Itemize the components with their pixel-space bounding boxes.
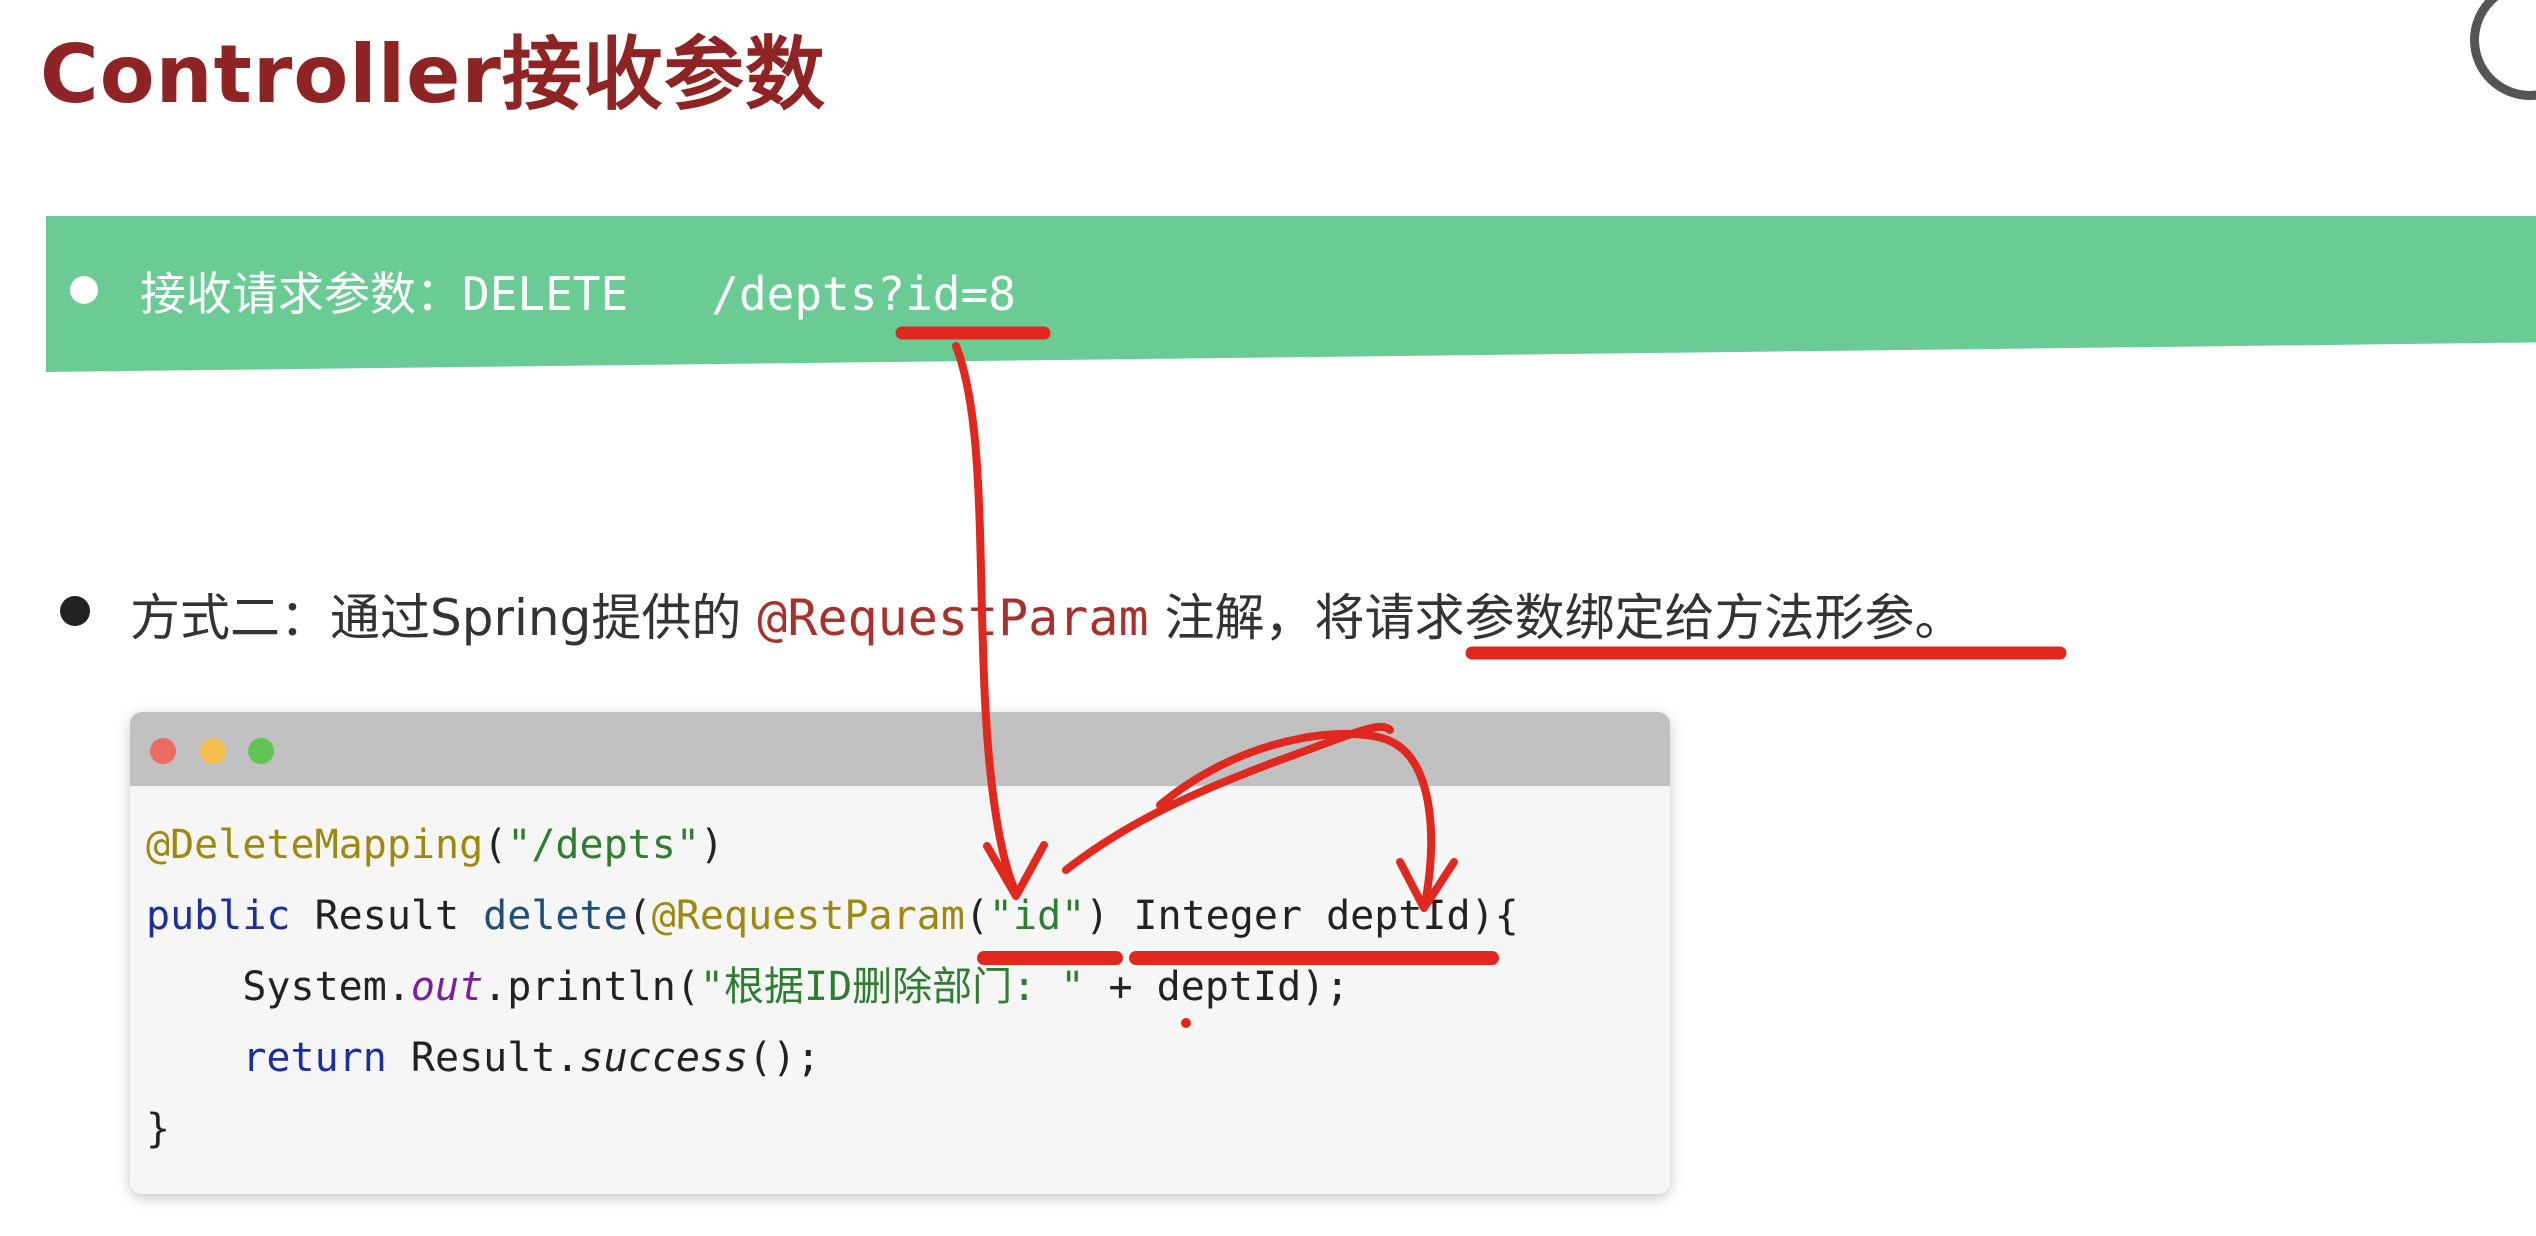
handwritten-annotations xyxy=(895,326,2067,1028)
ink-dot xyxy=(1181,1018,1191,1028)
arrow-id-to-deptid xyxy=(1062,722,1394,874)
arrow-url-to-id xyxy=(952,342,1018,892)
arrowhead-url-to-id xyxy=(983,841,1048,900)
slide: Controller接收参数 接收请求参数：DELETE /depts?id=8… xyxy=(0,0,2536,1236)
